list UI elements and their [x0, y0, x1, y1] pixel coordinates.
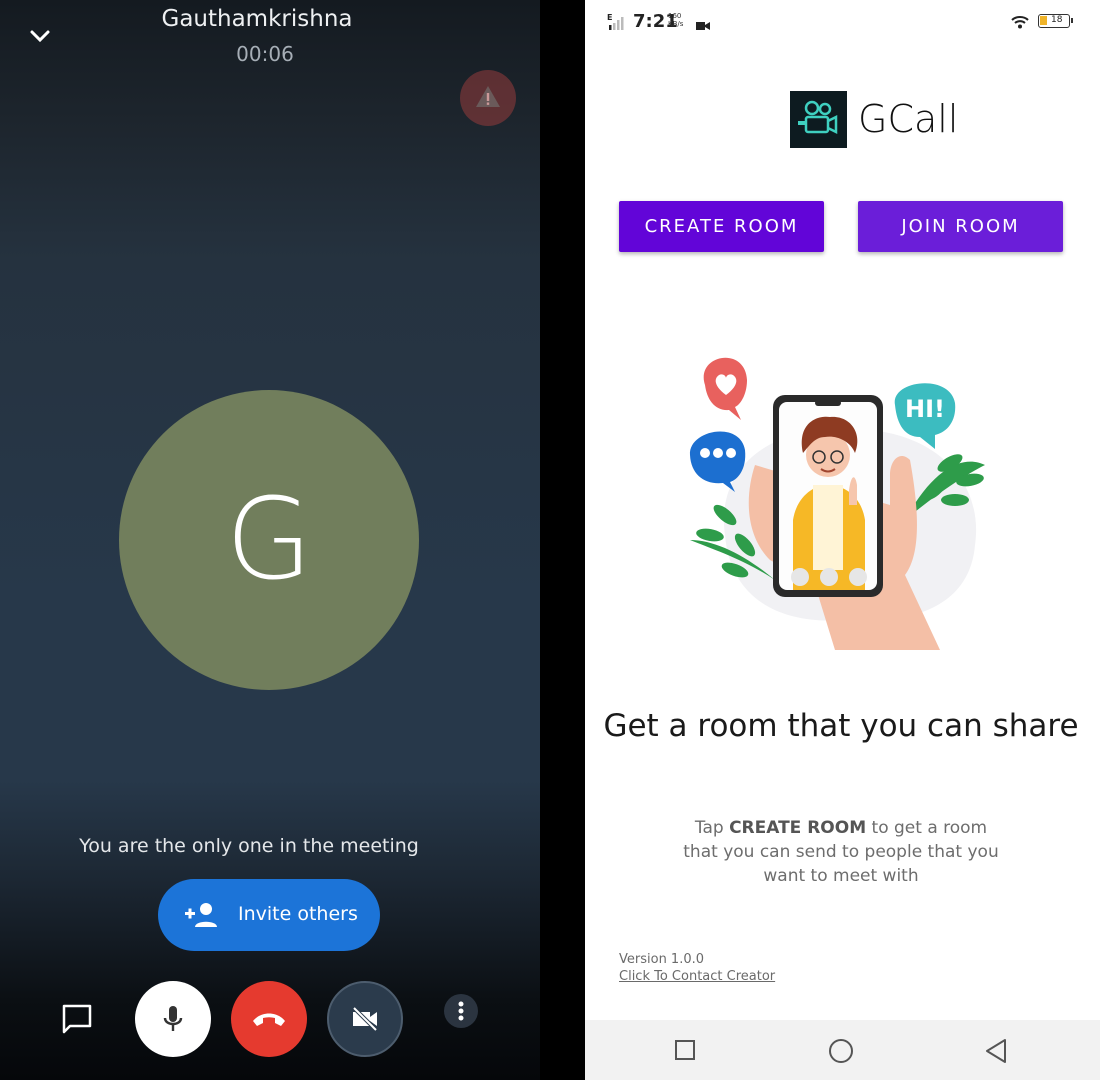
battery-icon: 18: [1038, 14, 1073, 28]
meeting-screen: Gauthamkrishna 00:06 G You are the only …: [0, 0, 540, 1080]
add-person-icon: [185, 903, 217, 927]
contact-creator-link[interactable]: Click To Contact Creator: [619, 969, 775, 984]
network-type: E: [607, 13, 612, 22]
caller-name: Gauthamkrishna: [161, 6, 353, 32]
gcall-app: E 7:21 160 KB/s 18 GCall CREATE ROOM JOI…: [585, 0, 1100, 1080]
system-nav-bar: [585, 1020, 1100, 1080]
wifi-icon: [1011, 14, 1029, 33]
invite-others-button[interactable]: Invite others: [158, 879, 380, 951]
battery-level: 18: [1051, 15, 1063, 25]
warning-icon: [476, 86, 500, 107]
mic-icon: [163, 1006, 183, 1031]
network-speed-unit: KB/s: [668, 20, 684, 28]
call-timer: 00:06: [236, 42, 294, 66]
app-logo: [790, 91, 847, 148]
home-icon[interactable]: [828, 1038, 854, 1068]
version-label: Version 1.0.0: [619, 952, 705, 967]
app-title: GCall: [858, 97, 959, 141]
more-options-button[interactable]: [444, 994, 478, 1028]
video-off-icon: [352, 1006, 378, 1032]
chat-icon[interactable]: [60, 1002, 94, 1036]
join-room-button[interactable]: JOIN ROOM: [858, 201, 1063, 252]
speech-bubble-text: HI!: [905, 395, 945, 423]
network-speed: 160 KB/s: [668, 12, 683, 28]
headline: Get a room that you can share: [603, 708, 1079, 744]
phone-hangup-icon: [253, 1013, 285, 1026]
video-call-illustration: HI!: [685, 345, 1005, 655]
more-vert-icon: [458, 1001, 464, 1021]
end-call-button[interactable]: [231, 981, 307, 1057]
signal-icon: E: [607, 13, 629, 35]
video-camera-logo-icon: [798, 100, 838, 135]
subtext-emphasis: CREATE ROOM: [729, 818, 867, 838]
subtext: Tap CREATE ROOM to get a room that you c…: [683, 818, 999, 886]
back-icon[interactable]: [983, 1038, 1009, 1068]
warning-button[interactable]: [460, 70, 516, 126]
camera-toggle-button[interactable]: [327, 981, 403, 1057]
recent-apps-icon[interactable]: [673, 1038, 697, 1066]
video-recording-icon: [696, 16, 710, 35]
status-message: You are the only one in the meeting: [79, 835, 419, 857]
mic-button[interactable]: [135, 981, 211, 1057]
network-speed-value: 160: [668, 12, 682, 20]
invite-label: Invite others: [238, 903, 358, 925]
status-bar: E 7:21 160 KB/s 18: [585, 0, 1100, 44]
create-room-button[interactable]: CREATE ROOM: [619, 201, 824, 252]
avatar: G: [119, 390, 419, 690]
